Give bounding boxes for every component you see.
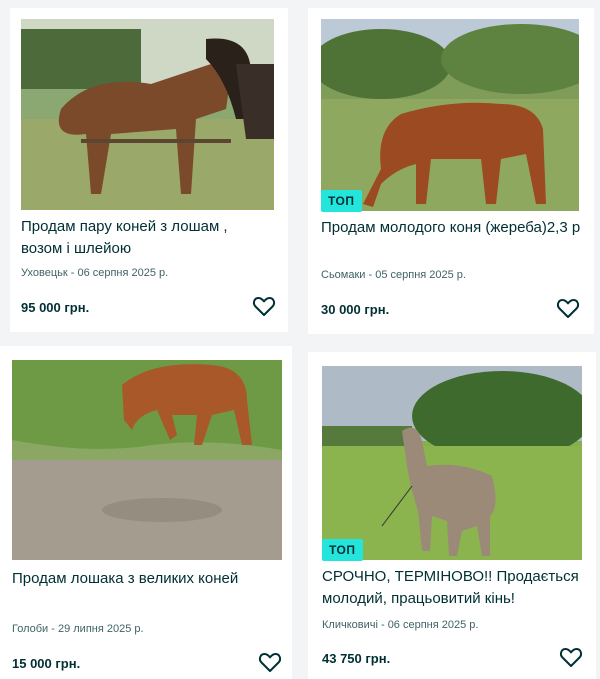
listing-photo[interactable]: [12, 360, 282, 560]
listing-location-date: Уховецьк - 06 серпня 2025 р.: [21, 267, 169, 279]
listing-title[interactable]: Продам лошака з великих коней: [12, 568, 282, 590]
top-badge: ТОП: [321, 190, 362, 212]
listing-price: 43 750 грн.: [322, 651, 391, 666]
favorite-heart-icon[interactable]: [258, 651, 282, 673]
listing-card[interactable]: Продам пару коней з лошам , возом і шлей…: [10, 8, 288, 332]
listing-card[interactable]: Продам лошака з великих коней Голоби - 2…: [0, 346, 292, 679]
listing-price: 30 000 грн.: [321, 302, 390, 317]
listing-title[interactable]: СРОЧНО, ТЕРМІНОВО!! Продається молодий, …: [322, 566, 586, 610]
favorite-heart-icon[interactable]: [559, 646, 583, 668]
listing-price: 95 000 грн.: [21, 300, 90, 315]
listing-location-date: Голоби - 29 липня 2025 р.: [12, 623, 144, 635]
favorite-heart-icon[interactable]: [556, 297, 580, 319]
favorite-heart-icon[interactable]: [252, 295, 276, 317]
listing-location-date: Сьомаки - 05 серпня 2025 р.: [321, 269, 466, 281]
listing-location-date: Кличковичі - 06 серпня 2025 р.: [322, 619, 479, 631]
listing-title[interactable]: Продам пару коней з лошам , возом і шлей…: [21, 216, 261, 260]
listing-photo[interactable]: [21, 19, 274, 210]
top-badge: ТОП: [322, 539, 363, 561]
listing-title[interactable]: Продам молодого коня (жереба)2,3 р: [321, 217, 583, 239]
listing-photo[interactable]: [321, 19, 579, 211]
listing-card[interactable]: ТОП Продам молодого коня (жереба)2,3 р С…: [308, 8, 594, 334]
listing-photo[interactable]: [322, 366, 582, 560]
listing-price: 15 000 грн.: [12, 656, 81, 671]
listing-card[interactable]: ТОП СРОЧНО, ТЕРМІНОВО!! Продається молод…: [308, 352, 596, 679]
